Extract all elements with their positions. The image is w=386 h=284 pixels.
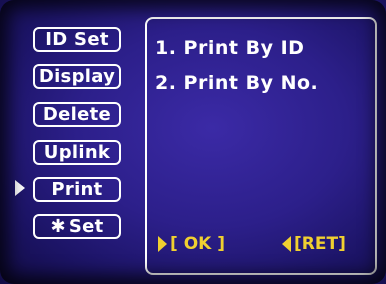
option-print-by-id[interactable]: 1. Print By ID [155,37,304,59]
menu-bluetooth-set-button[interactable]: ✱ Set [33,214,121,239]
ok-softkey-label: [ OK ] [170,234,226,254]
menu-delete-button[interactable]: Delete [33,102,121,127]
menu-uplink-label: Uplink [43,142,111,163]
menu-bluetooth-set-label: Set [68,216,104,237]
menu-display-label: Display [38,66,116,87]
menu-id-set-label: ID Set [45,29,109,50]
play-left-icon [282,236,291,252]
menu-id-set-button[interactable]: ID Set [33,27,121,52]
return-softkey[interactable]: [RET] [282,234,346,254]
return-softkey-label: [RET] [294,234,346,254]
menu-print-button[interactable]: Print [33,177,121,202]
option-print-by-no[interactable]: 2. Print By No. [155,72,318,94]
menu-display-button[interactable]: Display [33,64,121,89]
device-screen: ID Set Display Delete Uplink Print ✱ Set … [0,0,386,284]
selection-arrow-icon [15,180,25,196]
menu-print-label: Print [51,179,103,200]
ok-softkey[interactable]: [ OK ] [158,234,225,254]
menu-uplink-button[interactable]: Uplink [33,140,121,165]
bluetooth-icon: ✱ [50,216,66,237]
menu-delete-label: Delete [42,104,112,125]
play-right-icon [158,236,167,252]
